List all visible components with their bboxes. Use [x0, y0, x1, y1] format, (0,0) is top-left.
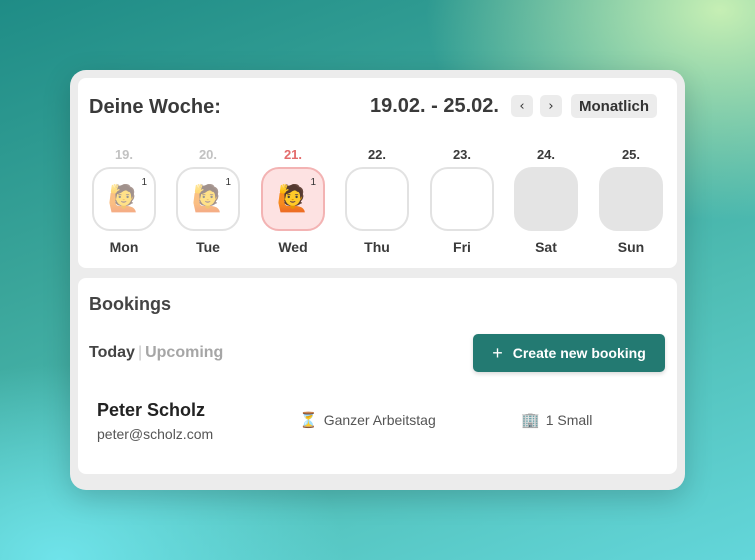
- day-date: 24.: [536, 147, 556, 162]
- office-building-icon: 🏢: [521, 411, 540, 429]
- next-week-button[interactable]: ›: [540, 95, 562, 117]
- day-tue: 20. 🙋 1 Tue: [176, 146, 240, 255]
- booking-person-name: Peter Scholz: [97, 400, 206, 420]
- booking-count: 1: [225, 177, 231, 188]
- day-date: 19.: [114, 147, 134, 162]
- day-date: 21.: [283, 147, 303, 162]
- tab-separator: |: [137, 344, 143, 361]
- hourglass-icon: ⏳: [299, 411, 318, 429]
- week-title: Deine Woche:: [89, 96, 221, 118]
- person-raising-hand-icon: 🙋: [191, 184, 225, 214]
- monthly-view-button[interactable]: Monatlich: [571, 94, 657, 118]
- day-thu: 22. Thu: [345, 146, 409, 255]
- day-wed: 21. 🙋 1 Wed: [261, 146, 325, 255]
- day-name: Thu: [364, 239, 390, 255]
- bookings-panel: Bookings Today | Upcoming + Create new b…: [78, 278, 677, 474]
- week-bookings-card: Deine Woche: 19.02. - 25.02. ‹ › Monatli…: [70, 70, 685, 490]
- booking-count: 1: [310, 177, 316, 188]
- day-slot[interactable]: [430, 167, 494, 231]
- person-raising-hand-icon: 🙋: [107, 184, 141, 214]
- day-name: Sun: [617, 239, 645, 255]
- tab-upcoming[interactable]: Upcoming: [145, 344, 223, 362]
- create-booking-label: Create new booking: [512, 345, 646, 361]
- chevron-left-icon: ‹: [519, 98, 525, 114]
- tab-today[interactable]: Today: [89, 344, 135, 362]
- day-date: 22.: [367, 147, 387, 162]
- booking-person-email: peter@scholz.com: [97, 426, 214, 442]
- day-sat: 24. Sat: [514, 146, 578, 255]
- day-name: Fri: [453, 239, 471, 255]
- day-mon: 19. 🙋 1 Mon: [92, 146, 156, 255]
- day-name: Sat: [535, 239, 557, 255]
- booking-room-label: 1 Small: [545, 412, 593, 428]
- day-date: 25.: [621, 147, 641, 162]
- day-slot: [514, 167, 578, 231]
- booking-count: 1: [141, 177, 147, 188]
- day-name: Tue: [196, 239, 220, 255]
- day-fri: 23. Fri: [430, 146, 494, 255]
- booking-duration: ⏳ Ganzer Arbeitstag: [299, 411, 436, 429]
- day-date: 20.: [198, 147, 218, 162]
- week-panel: Deine Woche: 19.02. - 25.02. ‹ › Monatli…: [78, 78, 677, 268]
- day-name: Mon: [109, 239, 139, 255]
- create-booking-button[interactable]: + Create new booking: [473, 334, 665, 372]
- day-slot[interactable]: [345, 167, 409, 231]
- bookings-tabs: Today | Upcoming: [89, 344, 223, 362]
- booking-duration-label: Ganzer Arbeitstag: [323, 412, 436, 428]
- day-slot[interactable]: 🙋 1: [176, 167, 240, 231]
- booking-room: 🏢 1 Small: [521, 411, 592, 429]
- day-slot[interactable]: 🙋 1: [261, 167, 325, 231]
- day-slot: [599, 167, 663, 231]
- day-date: 23.: [452, 147, 472, 162]
- day-name: Wed: [278, 239, 308, 255]
- bookings-title: Bookings: [89, 294, 172, 314]
- prev-week-button[interactable]: ‹: [511, 95, 533, 117]
- person-raising-hand-icon: 🙋: [276, 184, 310, 214]
- day-sun: 25. Sun: [599, 146, 663, 255]
- week-range: 19.02. - 25.02.: [370, 95, 499, 117]
- day-slot[interactable]: 🙋 1: [92, 167, 156, 231]
- chevron-right-icon: ›: [548, 98, 554, 114]
- plus-icon: +: [492, 342, 503, 363]
